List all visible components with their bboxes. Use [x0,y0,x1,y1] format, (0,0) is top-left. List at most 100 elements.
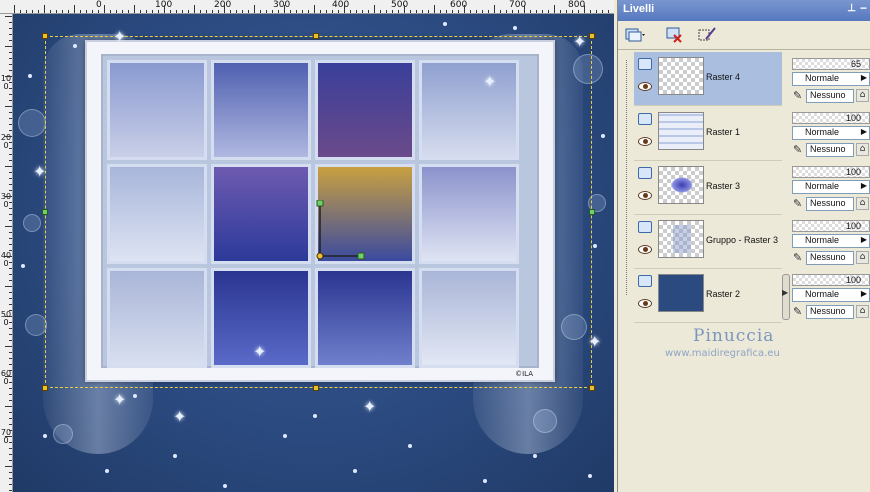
delete-layer-icon[interactable] [664,25,686,45]
ruler-tick [9,178,12,179]
brush-icon[interactable]: ✎ [793,89,802,102]
lock-icon[interactable]: ⌂ [856,251,869,264]
blend-mode-select[interactable]: Normale ▶ [792,126,870,140]
ruler-tick [5,436,12,437]
ruler-tick [5,256,12,257]
resize-handle[interactable] [589,33,595,39]
ruler-tick [9,40,12,41]
snowflake [593,244,597,248]
ruler-tick [206,10,207,13]
ruler-tick [380,10,381,13]
lock-value: Nessuno [810,252,846,262]
layer-row[interactable]: Raster 2 [634,269,782,323]
palette-title: Livelli [623,3,655,15]
ruler-tick [9,472,12,473]
ruler-tick [9,52,12,53]
lock-icon[interactable]: ⌂ [856,197,869,210]
lock-icon[interactable]: ⌂ [856,143,869,156]
ruler-tick [464,5,465,13]
pin-icon[interactable]: ⊥ [847,3,856,14]
lock-select[interactable]: Nessuno [806,197,854,211]
resize-handle[interactable] [589,385,595,391]
eye-icon[interactable] [638,137,652,146]
ruler-tick [9,208,12,209]
layer-row[interactable]: Raster 1 [634,107,782,161]
ruler-tick [5,196,12,197]
opacity-slider[interactable]: 100 [792,112,870,124]
center-pivot-handle[interactable] [310,200,370,260]
close-icon[interactable]: − [860,1,867,15]
resize-handle[interactable] [42,33,48,39]
ruler-tick [230,10,231,13]
ruler-tick [9,112,12,113]
ruler-tick [9,262,12,263]
new-layer-icon[interactable] [624,25,646,45]
ruler-tick [38,10,39,13]
lock-icon[interactable]: ⌂ [856,89,869,102]
eye-icon[interactable] [638,299,652,308]
brush-icon[interactable]: ✎ [793,143,802,156]
snowflake [533,454,537,458]
layer-row[interactable]: Raster 3 [634,161,782,215]
layer-row[interactable]: Gruppo - Raster 3 [634,215,782,269]
ruler-tick [356,10,357,13]
ruler-tick [446,10,447,13]
ruler-tick [110,10,111,13]
opacity-slider[interactable]: 100 [792,220,870,232]
ruler-tick [506,10,507,13]
snowflake [408,444,412,448]
ruler-tick [9,400,12,401]
lock-select[interactable]: Nessuno [806,89,854,103]
palette-scrollbar[interactable]: ▶ [782,52,790,492]
layer-row[interactable]: Raster 4 [634,52,782,106]
blend-mode-select[interactable]: Normale ▶ [792,234,870,248]
blend-mode-select[interactable]: Normale ▶ [792,72,870,86]
ruler-tick [9,160,12,161]
opacity-slider[interactable]: 100 [792,166,870,178]
ruler-tick [9,22,12,23]
opacity-slider[interactable]: 100 [792,274,870,286]
eye-icon[interactable] [638,245,652,254]
edit-mask-icon[interactable] [696,25,718,45]
chevron-right-icon[interactable]: ▶ [782,288,788,297]
palette-title-bar[interactable]: Livelli ⊥ − [618,0,870,21]
image-canvas[interactable]: ©ILA ✦ ✦ ✦ ✦ ✦ ✦ ✦ ✦ ✦ [13,14,614,492]
blend-mode-select[interactable]: Normale ▶ [792,288,870,302]
resize-handle[interactable] [42,209,48,215]
ruler-tick [584,5,585,13]
ruler-tick [350,10,351,13]
ruler-tick [116,10,117,13]
lock-value: Nessuno [810,198,846,208]
ruler-tick [5,136,12,137]
eye-icon[interactable] [638,191,652,200]
eye-icon[interactable] [638,82,652,91]
ruler-tick [194,5,195,13]
resize-handle[interactable] [313,385,319,391]
blend-mode-value: Normale [805,181,840,191]
resize-handle[interactable] [42,385,48,391]
ruler-tick [428,10,429,13]
lock-select[interactable]: Nessuno [806,251,854,265]
resize-handle[interactable] [589,209,595,215]
scrollbar-thumb[interactable] [782,274,790,320]
chevron-right-icon: ▶ [860,235,867,244]
lock-select[interactable]: Nessuno [806,305,854,319]
lock-select[interactable]: Nessuno [806,143,854,157]
ruler-tick [9,34,12,35]
lock-icon[interactable]: ⌂ [856,305,869,318]
opacity-value: 100 [845,275,861,285]
brush-icon[interactable]: ✎ [793,251,802,264]
resize-handle[interactable] [313,33,319,39]
blend-mode-select[interactable]: Normale ▶ [792,180,870,194]
blend-mode-value: Normale [805,289,840,299]
layer-props: 100 Normale ▶ ✎ Nessuno ⌂ [792,110,870,162]
ruler-tick [386,10,387,13]
ruler-tick [272,10,273,13]
brush-icon[interactable]: ✎ [793,197,802,210]
brush-icon[interactable]: ✎ [793,305,802,318]
ruler-tick [302,10,303,13]
snowflake [173,454,177,458]
opacity-slider[interactable]: 65 [792,58,870,70]
snowflake [588,474,592,478]
ruler-tick [146,10,147,13]
